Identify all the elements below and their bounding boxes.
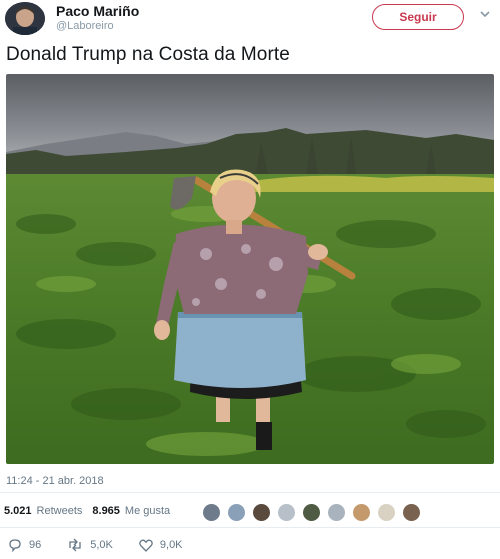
chevron-down-icon[interactable] (478, 7, 492, 21)
tweet-header: Paco Mariño @Laboreiro Seguir (0, 0, 500, 40)
avatar[interactable] (5, 2, 45, 35)
liker-avatar[interactable] (277, 503, 296, 522)
like-count: 9,0K (159, 539, 183, 551)
follow-button[interactable]: Seguir (372, 4, 464, 30)
retweets-count[interactable]: 5.021 (4, 505, 32, 517)
divider (0, 492, 500, 493)
heart-icon (139, 539, 153, 552)
tweet-timestamp[interactable]: 11:24 - 21 abr. 2018 (6, 475, 104, 487)
display-name[interactable]: Paco Mariño (56, 3, 139, 19)
liker-avatar[interactable] (352, 503, 371, 522)
likes-count[interactable]: 8.965 (92, 505, 120, 517)
reply-button[interactable]: 96 (8, 538, 41, 552)
liker-avatar[interactable] (402, 503, 421, 522)
tweet-text: Donald Trump na Costa da Morte (6, 44, 290, 65)
liker-avatar[interactable] (202, 503, 221, 522)
liker-avatar[interactable] (227, 503, 246, 522)
reply-icon (9, 539, 21, 552)
retweet-button[interactable]: 5,0K (67, 538, 113, 552)
tweet-photo[interactable] (6, 74, 494, 464)
retweets-label[interactable]: Retweets (37, 505, 83, 517)
likes-label[interactable]: Me gusta (125, 505, 170, 517)
like-button[interactable]: 9,0K (139, 539, 183, 552)
liker-avatar[interactable] (377, 503, 396, 522)
retweet-count: 5,0K (90, 539, 113, 551)
tweet-actions: 96 5,0K 9,0K (8, 538, 209, 552)
liker-avatar[interactable] (302, 503, 321, 522)
liker-avatar[interactable] (327, 503, 346, 522)
likers-avatars (202, 503, 427, 522)
reply-count: 96 (29, 539, 42, 551)
divider (0, 527, 500, 528)
liker-avatar[interactable] (252, 503, 271, 522)
user-handle[interactable]: @Laboreiro (56, 20, 114, 32)
tweet-stats: 5.021 Retweets 8.965 Me gusta (4, 505, 170, 517)
retweet-icon (69, 538, 81, 552)
